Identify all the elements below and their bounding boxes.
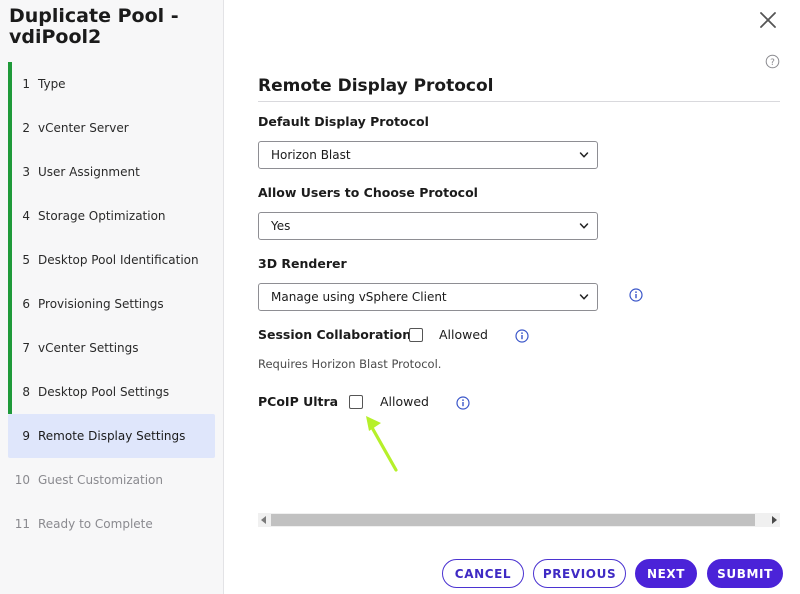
- info-circle-icon[interactable]: [629, 288, 643, 302]
- step-number: 6: [22, 297, 30, 311]
- step-user-assignment[interactable]: 3 User Assignment: [8, 150, 215, 194]
- default-protocol-value: Horizon Blast: [271, 148, 351, 162]
- scroll-right-icon[interactable]: [772, 516, 777, 524]
- svg-text:?: ?: [770, 58, 775, 68]
- step-ready-to-complete: 11 Ready to Complete: [8, 502, 215, 546]
- wizard-steps: 1 Type 2 vCenter Server 3 User Assignment 4…: [8, 62, 215, 546]
- default-protocol-select[interactable]: Horizon Blast: [258, 141, 598, 169]
- allow-choose-select[interactable]: Yes: [258, 212, 598, 240]
- chevron-down-icon: [579, 223, 589, 229]
- step-number: 7: [22, 341, 30, 355]
- cancel-button[interactable]: CANCEL: [442, 559, 524, 588]
- session-collab-label: Session Collaboration: [258, 327, 412, 342]
- title-divider: [258, 101, 780, 102]
- step-label: Desktop Pool Settings: [38, 385, 170, 399]
- step-desktop-pool-identification[interactable]: 5 Desktop Pool Identification: [8, 238, 215, 282]
- dialog-title: Duplicate Pool - vdiPool2: [9, 6, 209, 48]
- session-collab-note: Requires Horizon Blast Protocol.: [258, 357, 442, 371]
- arrow-annotation-icon: [366, 416, 398, 472]
- scrollbar-thumb[interactable]: [271, 514, 755, 526]
- wizard-sidebar: Duplicate Pool - vdiPool2 1 Type 2 vCenter…: [0, 0, 224, 594]
- step-label: Ready to Complete: [38, 517, 153, 531]
- step-remote-display-settings[interactable]: 9 Remote Display Settings: [8, 414, 215, 458]
- step-label: Storage Optimization: [38, 209, 166, 223]
- step-desktop-pool-settings[interactable]: 8 Desktop Pool Settings: [8, 370, 215, 414]
- renderer-label: 3D Renderer: [258, 256, 347, 271]
- step-label: Desktop Pool Identification: [38, 253, 199, 267]
- step-label: Guest Customization: [38, 473, 164, 487]
- section-title: Remote Display Protocol: [258, 76, 494, 96]
- step-label: User Assignment: [38, 165, 140, 179]
- horizontal-scrollbar[interactable]: [258, 513, 780, 527]
- step-guest-customization: 10 Guest Customization: [8, 458, 215, 502]
- step-number: 10: [14, 473, 30, 487]
- allow-choose-value: Yes: [271, 219, 291, 233]
- help-circle-icon[interactable]: ?: [765, 54, 780, 69]
- step-label: vCenter Server: [38, 121, 129, 135]
- step-storage-optimization[interactable]: 4 Storage Optimization: [8, 194, 215, 238]
- chevron-down-icon: [579, 152, 589, 158]
- close-icon[interactable]: [758, 10, 778, 30]
- pcoip-ultra-checkbox[interactable]: [349, 395, 363, 409]
- submit-button[interactable]: SUBMIT: [707, 559, 783, 588]
- allow-choose-label: Allow Users to Choose Protocol: [258, 185, 478, 200]
- next-button[interactable]: NEXT: [635, 559, 697, 588]
- default-protocol-label: Default Display Protocol: [258, 114, 429, 129]
- info-circle-icon[interactable]: [456, 396, 470, 410]
- step-number: 11: [14, 517, 30, 531]
- step-label: Provisioning Settings: [38, 297, 164, 311]
- step-number: 5: [22, 253, 30, 267]
- step-label: Type: [38, 77, 66, 91]
- info-circle-icon[interactable]: [515, 329, 529, 343]
- step-number: 4: [22, 209, 30, 223]
- step-number: 3: [22, 165, 30, 179]
- dialog-title-line1: Duplicate Pool -: [9, 5, 179, 27]
- dialog-title-line2: vdiPool2: [9, 26, 102, 48]
- step-vcenter-server[interactable]: 2 vCenter Server: [8, 106, 215, 150]
- step-number: 1: [22, 77, 30, 91]
- chevron-down-icon: [579, 294, 589, 300]
- pcoip-ultra-label: PCoIP Ultra: [258, 394, 339, 409]
- pcoip-ultra-allowed-label: Allowed: [380, 394, 429, 409]
- renderer-select[interactable]: Manage using vSphere Client: [258, 283, 598, 311]
- scroll-left-icon[interactable]: [261, 516, 266, 524]
- step-number: 9: [22, 429, 30, 443]
- session-collab-checkbox[interactable]: [409, 328, 423, 342]
- step-provisioning-settings[interactable]: 6 Provisioning Settings: [8, 282, 215, 326]
- step-number: 2: [22, 121, 30, 135]
- step-vcenter-settings[interactable]: 7 vCenter Settings: [8, 326, 215, 370]
- step-number: 8: [22, 385, 30, 399]
- step-label: Remote Display Settings: [38, 429, 186, 443]
- step-label: vCenter Settings: [38, 341, 139, 355]
- renderer-value: Manage using vSphere Client: [271, 290, 447, 304]
- session-collab-allowed-label: Allowed: [439, 327, 488, 342]
- previous-button[interactable]: PREVIOUS: [533, 559, 626, 588]
- step-type[interactable]: 1 Type: [8, 62, 215, 106]
